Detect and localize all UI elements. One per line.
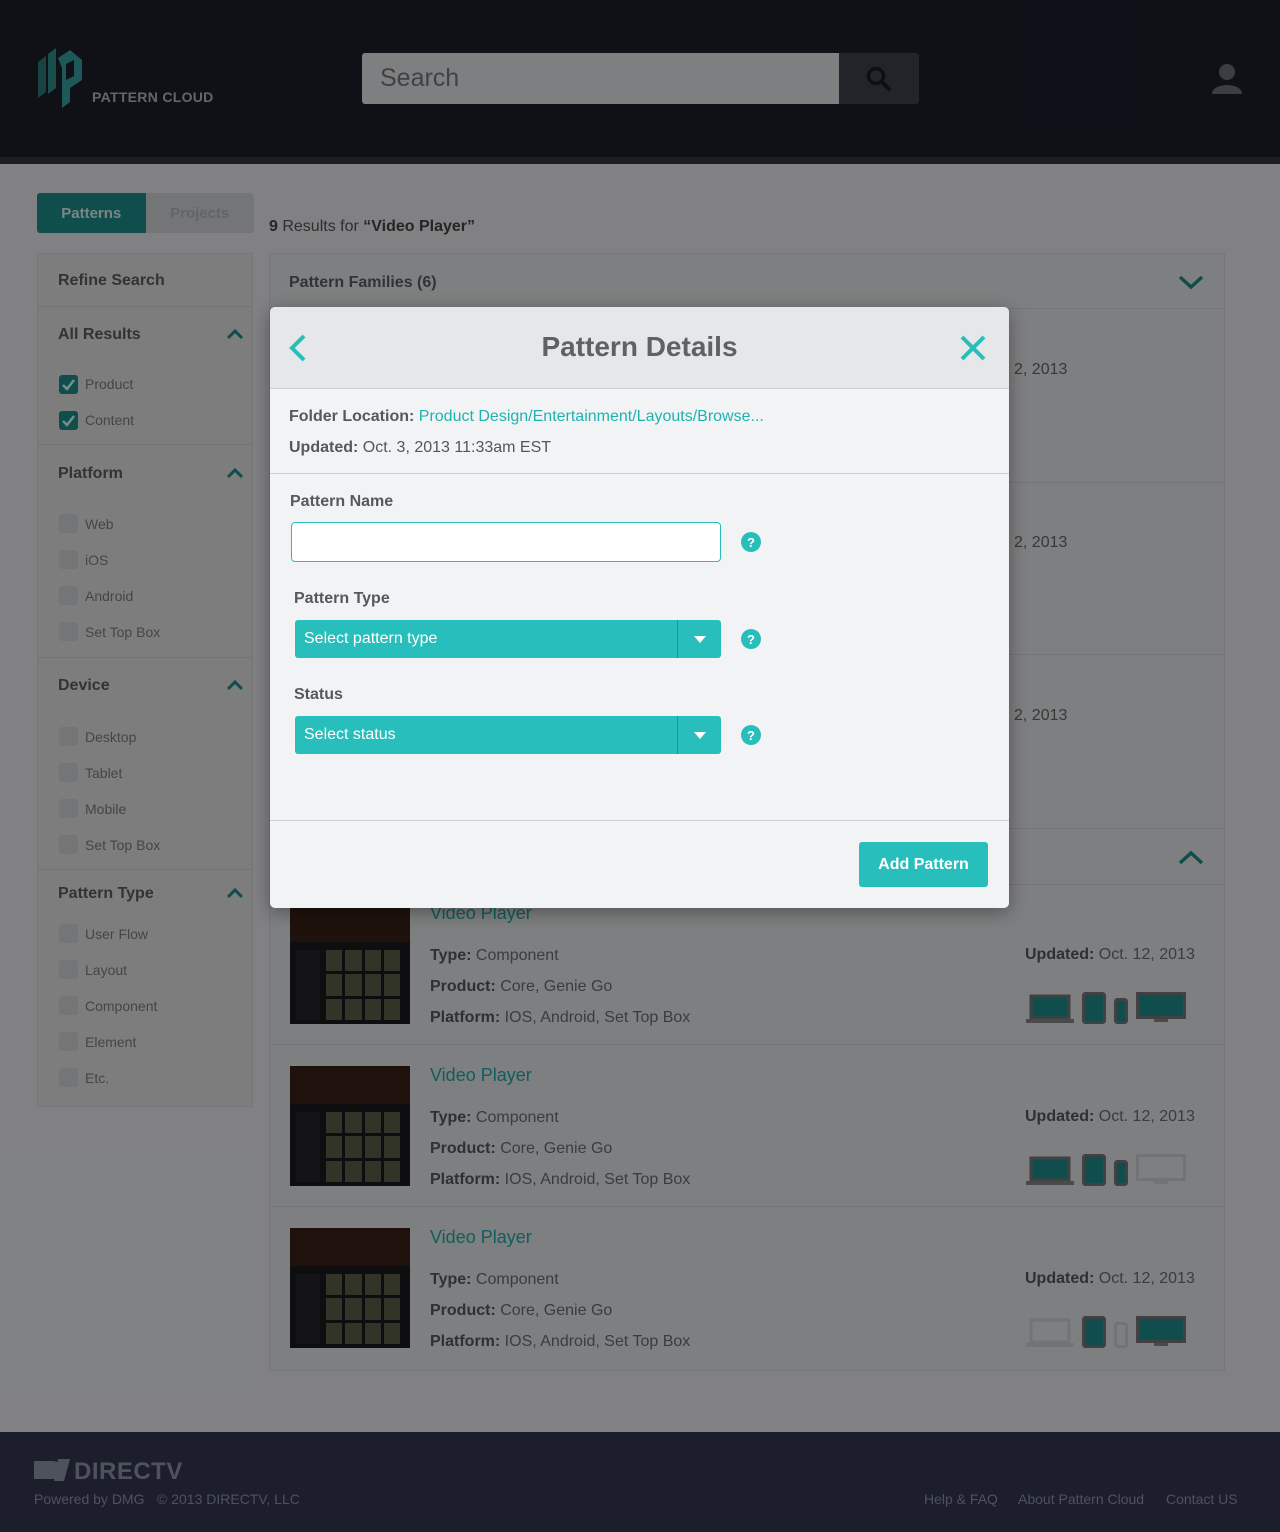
pattern-type-select[interactable]: Select pattern type	[295, 620, 721, 658]
status-label: Status	[294, 686, 343, 703]
modal-title: Pattern Details	[541, 331, 738, 362]
app-footer	[0, 1432, 1280, 1532]
updated-value: Oct. 3, 2013 11:33am EST	[358, 439, 552, 456]
select-divider	[677, 716, 678, 754]
help-icon[interactable]: ?	[741, 532, 761, 552]
close-icon[interactable]	[959, 334, 987, 362]
status-select[interactable]: Select status	[295, 716, 721, 754]
footer-link-help[interactable]: Help & FAQ	[924, 1491, 998, 1507]
help-icon[interactable]: ?	[741, 629, 761, 649]
pattern-type-label: Pattern Type	[294, 590, 390, 607]
modal-divider	[270, 820, 1009, 821]
dropdown-arrow-icon	[694, 636, 706, 643]
pattern-name-label: Pattern Name	[290, 493, 394, 510]
modal-divider	[270, 473, 1009, 474]
folder-location-link[interactable]: Product Design/Entertainment/Layouts/Bro…	[419, 408, 764, 425]
select-divider	[677, 620, 678, 658]
footer-copyright: © 2013 DIRECTV, LLC	[157, 1491, 300, 1507]
footer-link-about[interactable]: About Pattern Cloud	[1018, 1491, 1144, 1507]
updated-info: Updated: Oct. 3, 2013 11:33am EST	[289, 439, 551, 457]
add-pattern-button[interactable]: Add Pattern	[859, 842, 988, 887]
directv-logo-icon	[34, 1459, 70, 1481]
help-icon[interactable]: ?	[741, 725, 761, 745]
folder-location-label: Folder Location:	[289, 408, 415, 425]
pattern-details-modal: Pattern Details Folder Location: Product…	[270, 307, 1009, 908]
folder-location: Folder Location: Product Design/Entertai…	[289, 408, 764, 426]
pattern-type-value: Select pattern type	[304, 630, 438, 647]
pattern-name-input[interactable]	[291, 522, 721, 562]
status-value: Select status	[304, 726, 396, 743]
footer-brand: DIRECTV	[74, 1458, 183, 1485]
footer-powered: Powered by DMG	[34, 1491, 145, 1507]
dropdown-arrow-icon	[694, 732, 706, 739]
modal-header: Pattern Details	[270, 307, 1009, 389]
footer-link-contact[interactable]: Contact US	[1166, 1491, 1238, 1507]
updated-label: Updated:	[289, 439, 359, 456]
